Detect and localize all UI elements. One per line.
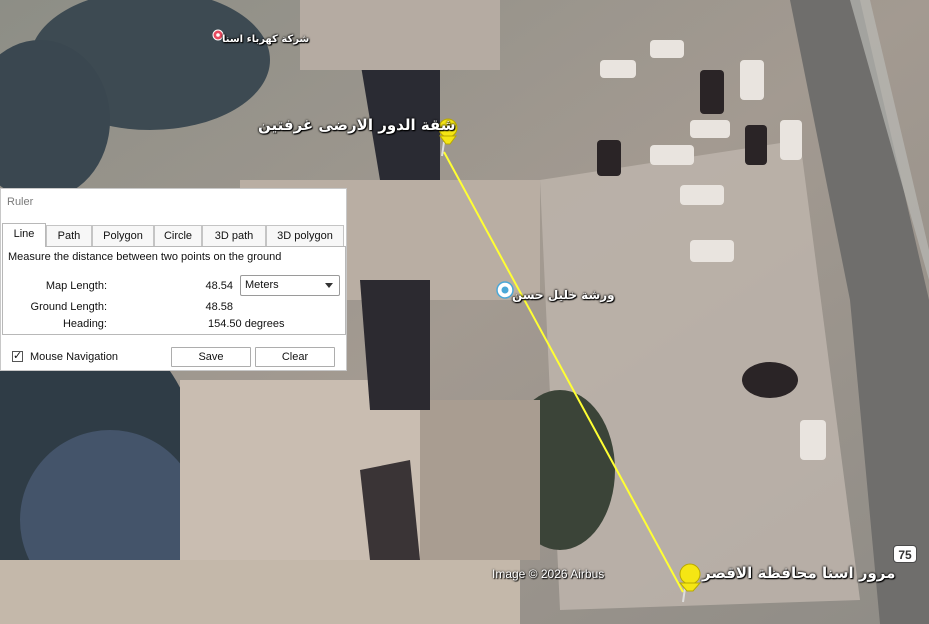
imagery-attribution: Image © 2026 Airbus	[492, 567, 605, 581]
mouse-navigation-label[interactable]: Mouse Navigation	[30, 351, 118, 363]
tab-3d-polygon[interactable]: 3D polygon	[266, 225, 344, 246]
placemark-label[interactable]: مرور اسنا محافظة الاقصر	[702, 564, 895, 582]
placemark-label[interactable]: ورشة خليل حسن	[512, 288, 615, 302]
units-selected-value: Meters	[245, 279, 279, 291]
poi-label[interactable]: شركة كهرباء اسنا	[222, 34, 309, 45]
map-length-value: 48.54	[205, 280, 233, 292]
ground-length-value: 48.58	[205, 301, 233, 313]
save-button[interactable]: Save	[171, 347, 251, 367]
tab-3d-path[interactable]: 3D path	[202, 225, 266, 246]
heading-value: 154.50 degrees	[208, 318, 285, 330]
mouse-navigation-checkbox[interactable]: ✓	[12, 351, 23, 362]
dialog-title: Ruler	[7, 196, 34, 208]
tab-path[interactable]: Path	[46, 225, 92, 246]
chevron-down-icon	[325, 283, 333, 288]
line-tab-panel: Measure the distance between two points …	[2, 247, 346, 335]
ruler-description: Measure the distance between two points …	[8, 251, 282, 263]
road-shield: 75	[893, 545, 917, 563]
ruler-tabs: Line Path Polygon Circle 3D path 3D poly…	[2, 223, 346, 247]
map-length-label: Map Length:	[45, 280, 107, 292]
pushpin-icon[interactable]	[673, 562, 705, 604]
tab-line[interactable]: Line	[2, 223, 46, 247]
ruler-dialog: Ruler Line Path Polygon Circle 3D path 3…	[0, 188, 347, 371]
ground-length-label: Ground Length:	[30, 301, 107, 313]
tab-polygon[interactable]: Polygon	[92, 225, 154, 246]
clear-button[interactable]: Clear	[255, 347, 335, 367]
units-select[interactable]: Meters	[240, 275, 340, 296]
placemark-label[interactable]: شقة الدور الارضى غرفتين	[258, 116, 455, 134]
heading-label: Heading:	[62, 318, 107, 330]
tab-circle[interactable]: Circle	[154, 225, 202, 246]
